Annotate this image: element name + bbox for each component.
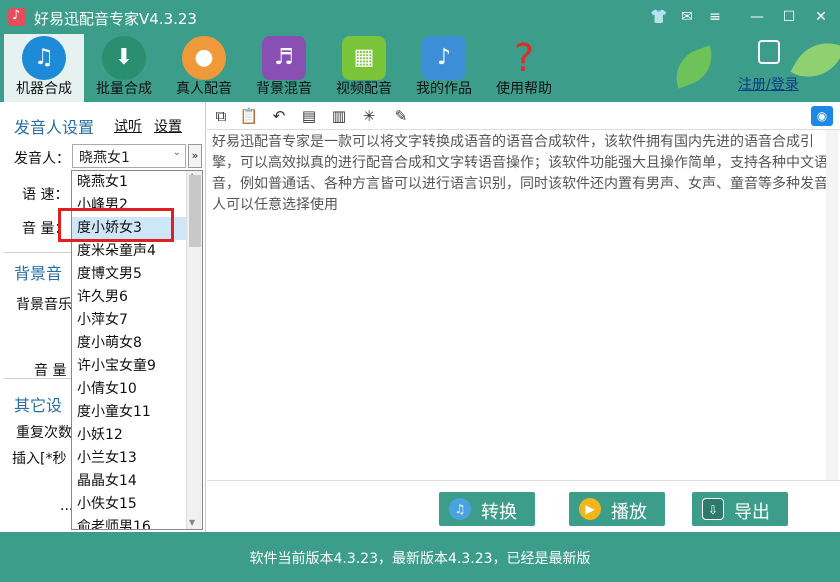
lock-icon <box>758 40 780 64</box>
music-note-icon: ♫ <box>449 498 471 520</box>
play-icon: ▶ <box>579 498 601 520</box>
clear-brush-icon[interactable]: ✎ <box>391 106 411 126</box>
export-button[interactable]: ⇩ 导出 <box>692 492 788 526</box>
background-volume-label: 音 量 <box>34 363 67 379</box>
play-button-label: 播放 <box>611 502 647 523</box>
app-logo-icon <box>8 8 26 26</box>
other-settings-title: 其它设 <box>14 396 63 415</box>
shirt-icon[interactable]: 👕 <box>646 6 672 28</box>
export-icon: ⇩ <box>702 498 724 520</box>
tool-machine-synthesis[interactable]: ♫ 机器合成 <box>4 34 84 102</box>
sparkle-icon[interactable]: ✳ <box>359 106 379 126</box>
dropdown-item[interactable]: 俞老师男16 <box>72 516 186 529</box>
mail-icon[interactable]: ✉ <box>674 6 700 28</box>
title-bar: 好易迅配音专家V4.3.23 👕 ✉ ≡ — ☐ ✕ <box>0 0 840 34</box>
close-icon[interactable]: ✕ <box>808 6 834 28</box>
dropdown-item[interactable]: 小兰女13 <box>72 447 186 470</box>
tool-label: 批量合成 <box>96 81 152 97</box>
camera-icon[interactable]: ◉ <box>811 106 833 126</box>
dropdown-item[interactable]: 度小童女11 <box>72 401 186 424</box>
minimize-icon[interactable]: — <box>744 6 770 28</box>
repeat-count-label: 重复次数 <box>16 425 72 441</box>
dropdown-item[interactable]: 晓燕女1 <box>72 171 186 194</box>
background-music-label: 背景音乐 <box>16 297 72 313</box>
tool-video-dubbing[interactable]: ▦ 视频配音 <box>324 34 404 102</box>
export-button-label: 导出 <box>734 502 770 523</box>
paste-icon[interactable]: 📋 <box>239 106 259 126</box>
speed-label: 语 速： <box>22 187 69 203</box>
tool-label: 真人配音 <box>176 81 232 97</box>
tool-background-mix[interactable]: ♬ 背景混音 <box>244 34 324 102</box>
dropdown-item[interactable]: 小萍女7 <box>72 309 186 332</box>
dropdown-scroll-thumb[interactable] <box>189 175 201 247</box>
watermark-logo <box>706 532 840 582</box>
cut-icon[interactable]: ▥ <box>329 106 349 126</box>
tool-my-works[interactable]: ♪ 我的作品 <box>404 34 484 102</box>
tool-label: 机器合成 <box>16 81 72 97</box>
register-login-link[interactable]: 注册/登录 <box>738 74 799 94</box>
menu-icon[interactable]: ≡ <box>702 6 728 28</box>
scroll-down-icon[interactable]: ▼ <box>189 518 195 527</box>
copy-icon[interactable]: ⧉ <box>211 106 231 126</box>
dropdown-item[interactable]: 小倩女10 <box>72 378 186 401</box>
maximize-icon[interactable]: ☐ <box>776 6 802 28</box>
red-highlight-annotation <box>58 208 174 242</box>
convert-button[interactable]: ♫ 转换 <box>439 492 535 526</box>
main-toolbar: ♫ 机器合成 ⬇ 批量合成 ● 真人配音 ♬ 背景混音 ▦ 视频配音 ♪ 我的作… <box>0 34 840 102</box>
convert-button-label: 转换 <box>481 502 517 523</box>
speaker-settings-title: 发音人设置 <box>14 118 95 137</box>
window-title: 好易迅配音专家V4.3.23 <box>34 10 197 28</box>
dropdown-item[interactable]: 小妖12 <box>72 424 186 447</box>
dropdown-item[interactable]: 度博文男5 <box>72 263 186 286</box>
tool-help[interactable]: ? 使用帮助 <box>484 34 564 102</box>
film-icon: ▦ <box>342 36 386 80</box>
speaker-select-value: 晓燕女1 <box>79 150 130 166</box>
document-icon[interactable]: ▤ <box>299 106 319 126</box>
tool-human-voice[interactable]: ● 真人配音 <box>164 34 244 102</box>
music-works-icon: ♪ <box>422 36 466 80</box>
settings-link[interactable]: 设置 <box>154 116 182 136</box>
play-button[interactable]: ▶ 播放 <box>569 492 665 526</box>
dropdown-scrollbar[interactable]: ▲ ▼ <box>186 171 202 529</box>
dropdown-item[interactable]: 晶晶女14 <box>72 470 186 493</box>
music-note-icon: ♫ <box>22 36 66 80</box>
insert-seconds-label: 插入[*秒 <box>12 451 67 467</box>
undo-icon[interactable]: ↶ <box>269 106 289 126</box>
dropdown-item[interactable]: 许小宝女童9 <box>72 355 186 378</box>
tool-label: 我的作品 <box>416 81 472 97</box>
tool-batch-synthesis[interactable]: ⬇ 批量合成 <box>84 34 164 102</box>
text-editor[interactable]: 好易迅配音专家是一款可以将文字转换成语音的语音合成软件，该软件拥有国内先进的语音… <box>212 132 828 472</box>
dropdown-item[interactable]: 许久男6 <box>72 286 186 309</box>
tool-label: 使用帮助 <box>496 81 552 97</box>
person-icon: ● <box>182 36 226 80</box>
speaker-select[interactable]: 晓燕女1 ⌄ <box>72 144 186 168</box>
dropdown-item[interactable]: 度米朵童声4 <box>72 240 186 263</box>
editor-toolbar: ⧉ 📋 ↶ ▤ ▥ ✳ ✎ ◉ <box>207 102 840 130</box>
editor-scrollbar[interactable] <box>826 130 838 480</box>
background-music-title: 背景音 <box>14 264 63 283</box>
listen-link[interactable]: 试听 <box>114 116 142 136</box>
chevron-down-icon: ⌄ <box>172 147 181 158</box>
dropdown-item[interactable]: 度小萌女8 <box>72 332 186 355</box>
tool-label: 视频配音 <box>336 81 392 97</box>
tool-label: 背景混音 <box>256 81 312 97</box>
dropdown-item[interactable]: 小佚女15 <box>72 493 186 516</box>
equalizer-icon: ♬ <box>262 36 306 80</box>
expand-speaker-button[interactable]: » <box>188 144 202 168</box>
speaker-label: 发音人： <box>14 151 70 167</box>
question-icon: ? <box>513 36 535 80</box>
batch-file-icon: ⬇ <box>102 36 146 80</box>
